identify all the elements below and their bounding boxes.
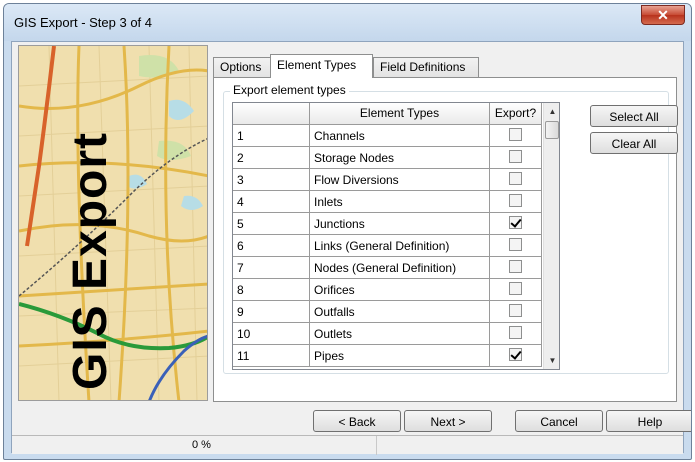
- title-bar[interactable]: GIS Export - Step 3 of 4 ✕: [4, 4, 691, 41]
- gis-export-dialog: GIS Export - Step 3 of 4 ✕ GIS Export Op…: [3, 3, 692, 460]
- close-icon: ✕: [657, 7, 669, 23]
- row-index: 9: [233, 301, 310, 323]
- element-type-name: Outlets: [310, 323, 490, 345]
- element-type-name: Storage Nodes: [310, 147, 490, 169]
- row-index: 3: [233, 169, 310, 191]
- row-index: 4: [233, 191, 310, 213]
- next-button[interactable]: Next >: [404, 410, 492, 432]
- column-header-export[interactable]: Export?: [490, 103, 542, 125]
- row-index: 8: [233, 279, 310, 301]
- export-checkbox[interactable]: [509, 150, 522, 163]
- clear-all-button[interactable]: Clear All: [590, 132, 678, 154]
- element-type-name: Links (General Definition): [310, 235, 490, 257]
- row-index: 10: [233, 323, 310, 345]
- table-row[interactable]: 1 Channels: [233, 125, 559, 147]
- export-checkbox[interactable]: [509, 194, 522, 207]
- status-separator: [376, 436, 377, 455]
- row-index: 7: [233, 257, 310, 279]
- export-checkbox[interactable]: [509, 172, 522, 185]
- table-row[interactable]: 10 Outlets: [233, 323, 559, 345]
- help-button[interactable]: Help: [606, 410, 691, 432]
- column-header-element-types[interactable]: Element Types: [310, 103, 490, 125]
- grid-scrollbar[interactable]: ▲ ▼: [543, 103, 559, 369]
- table-row[interactable]: 4 Inlets: [233, 191, 559, 213]
- row-index: 2: [233, 147, 310, 169]
- export-cell: [490, 301, 542, 323]
- scroll-thumb[interactable]: [545, 121, 559, 139]
- table-row[interactable]: 9 Outfalls: [233, 301, 559, 323]
- back-button[interactable]: < Back: [313, 410, 401, 432]
- status-bar: 0 %: [12, 435, 683, 455]
- gis-map-image: GIS Export: [18, 45, 208, 401]
- row-index: 1: [233, 125, 310, 147]
- export-checkbox[interactable]: [509, 282, 522, 295]
- element-type-name: Inlets: [310, 191, 490, 213]
- table-row[interactable]: 3 Flow Diversions: [233, 169, 559, 191]
- export-cell: [490, 257, 542, 279]
- export-element-types-group: Export element types Element Types Expor…: [223, 83, 678, 374]
- element-type-name: Nodes (General Definition): [310, 257, 490, 279]
- export-cell: [490, 345, 542, 367]
- export-checkbox[interactable]: [509, 216, 522, 229]
- table-row[interactable]: 8 Orifices: [233, 279, 559, 301]
- row-index: 5: [233, 213, 310, 235]
- grid-header: Element Types Export?: [233, 103, 559, 125]
- cancel-button[interactable]: Cancel: [515, 410, 603, 432]
- group-label: Export element types: [230, 83, 349, 97]
- scroll-down-icon[interactable]: ▼: [544, 352, 559, 369]
- select-all-button[interactable]: Select All: [590, 105, 678, 127]
- table-row[interactable]: 6 Links (General Definition): [233, 235, 559, 257]
- export-cell: [490, 279, 542, 301]
- element-type-name: Flow Diversions: [310, 169, 490, 191]
- element-type-name: Pipes: [310, 345, 490, 367]
- tab-field-definitions[interactable]: Field Definitions: [373, 57, 479, 77]
- export-cell: [490, 235, 542, 257]
- progress-text: 0 %: [192, 439, 211, 451]
- row-index: 11: [233, 345, 310, 367]
- element-type-name: Orifices: [310, 279, 490, 301]
- export-checkbox[interactable]: [509, 260, 522, 273]
- element-types-grid[interactable]: Element Types Export? 1 Channels 2 Storage …: [232, 102, 560, 370]
- export-checkbox[interactable]: [509, 326, 522, 339]
- export-cell: [490, 125, 542, 147]
- close-button[interactable]: ✕: [641, 5, 685, 25]
- table-row[interactable]: 5 Junctions: [233, 213, 559, 235]
- table-row[interactable]: 11 Pipes: [233, 345, 559, 367]
- export-checkbox[interactable]: [509, 348, 522, 361]
- element-type-name: Outfalls: [310, 301, 490, 323]
- export-cell: [490, 323, 542, 345]
- dialog-client-area: GIS Export Options Element Types Field D…: [11, 41, 691, 455]
- export-cell: [490, 169, 542, 191]
- element-type-name: Junctions: [310, 213, 490, 235]
- table-row[interactable]: 2 Storage Nodes: [233, 147, 559, 169]
- element-types-panel: Export element types Element Types Expor…: [213, 77, 678, 402]
- element-type-name: Channels: [310, 125, 490, 147]
- window-title: GIS Export - Step 3 of 4: [14, 15, 153, 30]
- export-cell: [490, 147, 542, 169]
- export-cell: [490, 213, 542, 235]
- row-index: 6: [233, 235, 310, 257]
- gis-export-banner: GIS Export: [64, 131, 117, 390]
- table-row[interactable]: 7 Nodes (General Definition): [233, 257, 559, 279]
- column-header-index[interactable]: [233, 103, 310, 125]
- tab-element-types[interactable]: Element Types: [270, 54, 373, 78]
- scroll-up-icon[interactable]: ▲: [544, 103, 559, 120]
- export-checkbox[interactable]: [509, 128, 522, 141]
- export-checkbox[interactable]: [509, 238, 522, 251]
- export-checkbox[interactable]: [509, 304, 522, 317]
- tab-options[interactable]: Options: [213, 57, 271, 77]
- export-cell: [490, 191, 542, 213]
